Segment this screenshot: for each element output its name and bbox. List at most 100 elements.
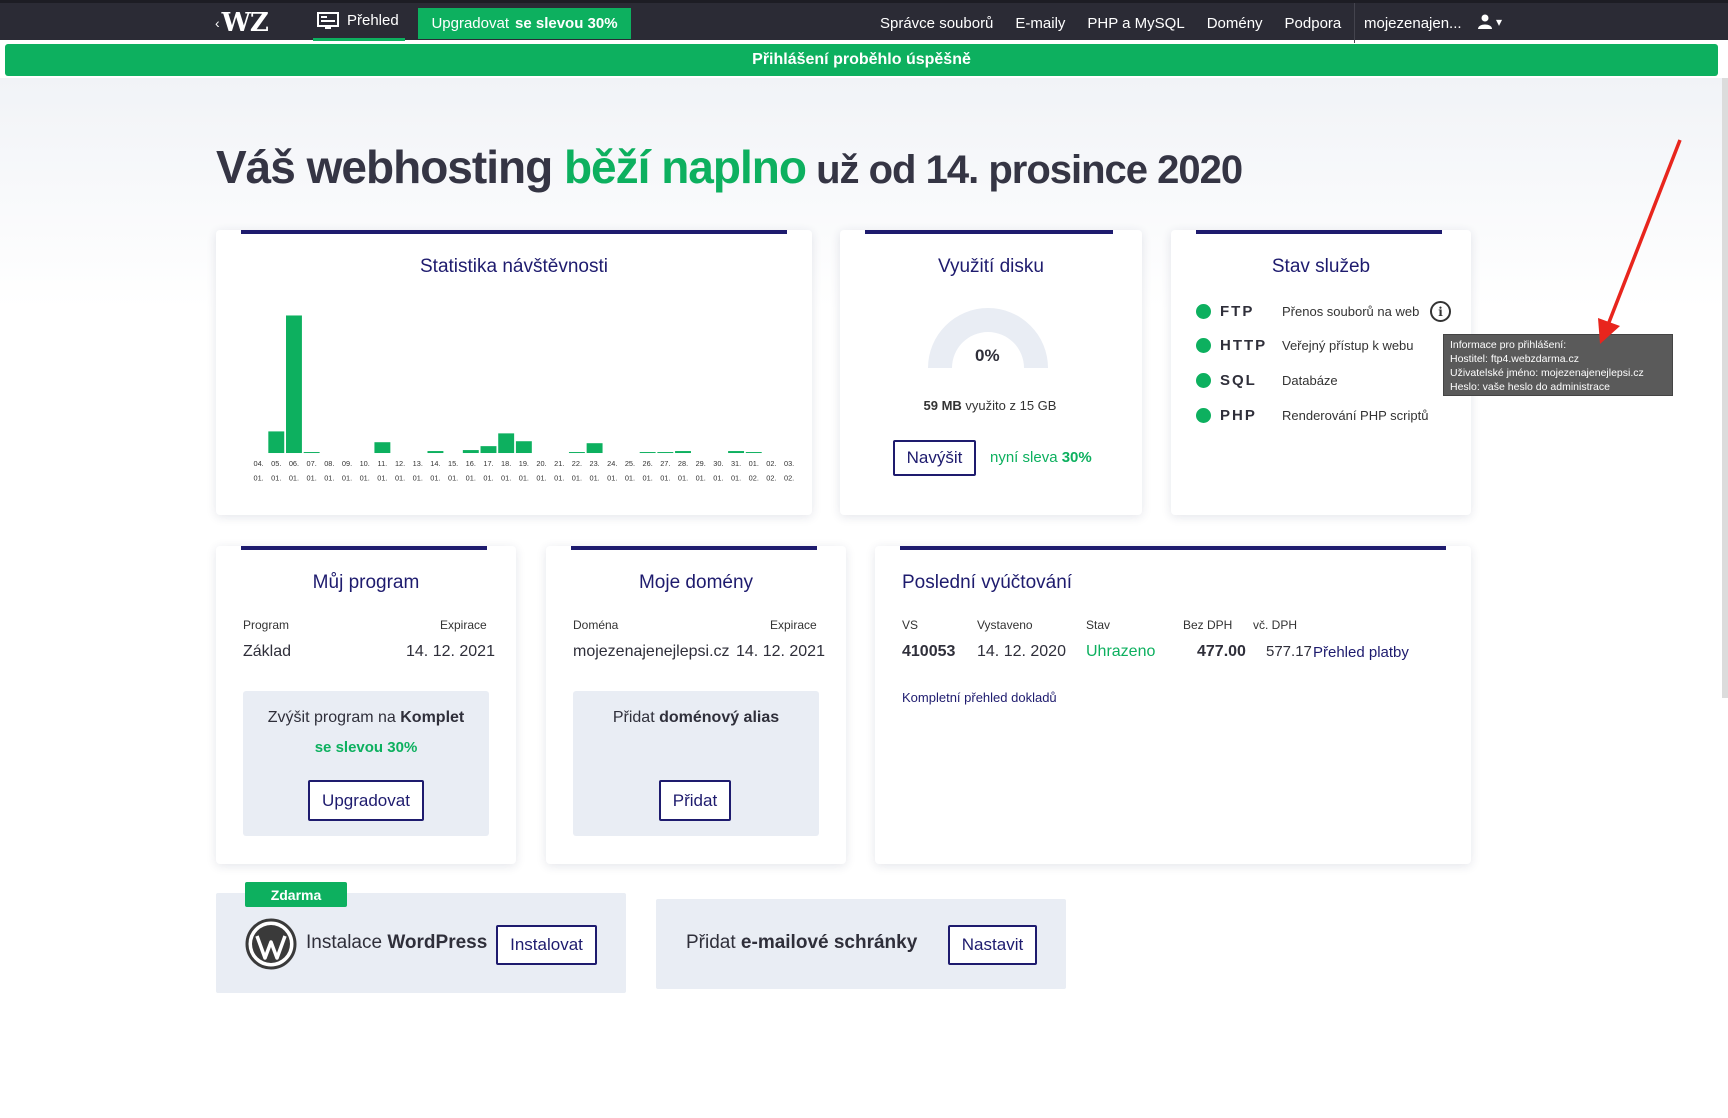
chart-tick-label: 01. [360,474,370,483]
chart-tick-label: 02. [749,474,759,483]
alias-bold: doménový alias [659,709,780,726]
chart-tick-label: 02. [766,474,776,483]
chart-tick-label: 30. [713,459,723,468]
nav-upgrade-button[interactable]: Upgradovat se slevou 30% [418,8,631,39]
info-icon[interactable]: i [1430,301,1451,322]
nav-link-domains[interactable]: Domény [1207,15,1263,32]
nav-overview[interactable]: Přehled [313,3,405,41]
email-text: Přidat [686,932,741,953]
logo[interactable]: ‹ WZ [215,8,269,38]
chart-tick-label: 08. [324,459,334,468]
nav-link-support[interactable]: Podpora [1285,15,1342,32]
annotation-arrow-icon [1598,139,1682,344]
setup-email-button[interactable]: Nastavit [948,925,1037,965]
nav-link-php-mysql[interactable]: PHP a MySQL [1087,15,1184,32]
chart-bar [268,431,285,454]
nav-link-emails[interactable]: E-maily [1015,15,1065,32]
chart-tick-label: 31. [731,459,741,468]
wordpress-promo-text: Instalace WordPress [306,932,487,954]
billing-header-status: Stav [1086,618,1111,632]
chart-tick-label: 01. [660,474,670,483]
service-code: HTTP [1220,337,1268,354]
chart-tick-label: 01. [253,474,263,483]
domain-expiry: 14. 12. 2021 [736,643,825,660]
chart-tick-label: 05. [271,459,281,468]
nav-overview-label: Přehled [347,12,399,29]
chart-tick-label: 17. [483,459,493,468]
disk-discount-value: 30% [1061,449,1092,466]
chart-tick-label: 01. [643,474,653,483]
alias-text: Přidat [612,709,660,726]
chart-tick-label: 01. [413,474,423,483]
disk-card: Využití disku [840,230,1142,515]
chart-tick-label: 28. [678,459,688,468]
chart-tick-label: 01. [271,474,281,483]
chart-tick-label: 01. [607,474,617,483]
title-highlight: běží naplno [563,141,807,193]
upgrade-panel-text: Zvýšit program na Komplet [243,709,489,727]
nav-user-name[interactable]: mojezenajen... [1354,3,1461,43]
chart-tick-label: 01. [749,459,759,468]
chart-bar [586,443,603,454]
chart-tick-label: 01. [430,474,440,483]
chart-bar [515,441,532,454]
disk-discount-prefix: nyní sleva [990,449,1062,466]
chart-tick-label: 04. [253,459,263,468]
chart-bar [657,452,674,454]
chart-tick-label: 23. [589,459,599,468]
alias-panel-text: Přidat doménový alias [573,709,819,727]
user-menu-toggle[interactable]: ▾ [1478,14,1502,29]
chart-tick-label: 01. [572,474,582,483]
page-title: Váš webhosting běží naplno už od 14. pro… [216,140,1243,194]
upgrade-target: Komplet [400,709,465,726]
program-expiry: 14. 12. 2021 [406,643,495,660]
all-documents-link[interactable]: Kompletní přehled dokladů [902,690,1057,705]
disk-percent: 0% [975,346,1000,365]
chart-tick-label: 19. [519,459,529,468]
chart-bar [568,452,585,454]
chart-tick-label: 01. [448,474,458,483]
chevron-down-icon: ▾ [1496,14,1503,29]
chart-tick-label: 26. [643,459,653,468]
chart-bar [745,452,762,454]
success-flash-message: Přihlášení proběhlo úspěšně [5,44,1718,76]
add-alias-button[interactable]: Přidat [659,780,731,821]
chart-tick-label: 01. [501,474,511,483]
billing-issued: 14. 12. 2020 [977,643,1066,660]
chart-bar [427,451,444,454]
chart-tick-label: 09. [342,459,352,468]
billing-card: Poslední vyúčtování [875,546,1471,864]
chart-tick-label: 02. [766,459,776,468]
chart-tick-label: 03. [784,459,794,468]
scrollbar[interactable] [1722,78,1728,698]
billing-vs: 410053 [902,643,956,660]
logo-text: WZ [221,8,269,38]
upgrade-program-button[interactable]: Upgradovat [308,780,424,821]
chart-tick-label: 22. [572,459,582,468]
service-row-ftp: FTP Přenos souborů na web [1196,303,1419,320]
chart-tick-label: 27. [660,459,670,468]
chart-tick-label: 12. [395,459,405,468]
tooltip-line: Hostitel: ftp4.webzdarma.cz [1450,353,1579,365]
domain-value: mojezenajenejlepsi.cz [573,643,730,660]
back-chevron-icon[interactable]: ‹ [215,15,220,31]
install-wordpress-button[interactable]: Instalovat [496,925,597,965]
domains-title: Moje domény [638,572,754,593]
chart-tick-label: 20. [536,459,546,468]
chart-tick-label: 01. [678,474,688,483]
increase-disk-button[interactable]: Navýšit [893,440,976,476]
payment-overview-link[interactable]: Přehled platby [1313,644,1409,661]
chart-tick-label: 01. [307,474,317,483]
user-icon [1478,14,1492,29]
chart-bar [728,451,745,454]
billing-header-gross: vč. DPH [1253,618,1298,632]
chart-tick-label: 01. [483,474,493,483]
services-title: Stav služeb [1271,256,1371,277]
service-code: SQL [1220,372,1257,389]
billing-header-issued: Vystaveno [977,618,1033,632]
chart-tick-label: 01. [395,474,405,483]
nav-link-file-manager[interactable]: Správce souborů [880,15,993,32]
chart-tick-label: 02. [784,474,794,483]
tooltip-line: Heslo: vaše heslo do administrace [1450,381,1610,393]
disk-title: Využití disku [938,256,1044,277]
